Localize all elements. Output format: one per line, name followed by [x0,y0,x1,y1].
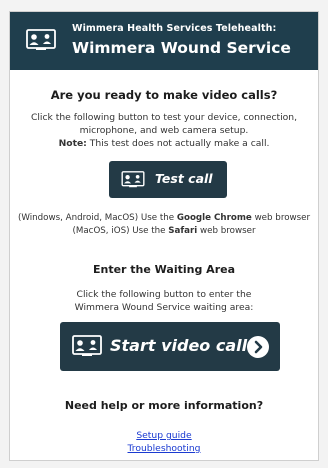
troubleshooting-link[interactable]: Troubleshooting [128,443,201,454]
test-note: Note: This test does not actually make a… [10,137,318,150]
test-line-2: microphone, and web camera setup. [79,125,249,136]
video-call-icon [72,335,102,361]
video-call-icon [26,29,56,55]
header-pretitle: Wimmera Health Services Telehealth: [72,23,277,34]
test-call-button[interactable]: Test call [109,161,227,198]
help-heading: Need help or more information? [64,399,264,412]
help-links-2: Troubleshooting [10,436,318,455]
browser-line-1-pre: (Windows, Android, MacOS) Use the [17,213,177,223]
note-label: Note: [58,138,87,149]
waiting-line-1: Click the following button to enter the [76,289,252,300]
header-banner: Wimmera Health Services Telehealth: Wimm… [10,12,318,70]
telehealth-card: Wimmera Health Services Telehealth: Wimm… [9,11,319,461]
chevron-right-icon [247,336,269,358]
start-video-call-button[interactable]: Start video call [60,322,280,371]
test-call-label: Test call [155,171,213,186]
page-title: Wimmera Wound Service [72,39,291,57]
browser-line-2-pre: (MacOS, iOS) Use the [72,226,169,236]
browser-safari: Safari [168,226,198,236]
note-text: This test does not actually make a call. [86,138,270,149]
test-line-1: Click the following button to test your … [30,112,298,123]
browser-line-1: (Windows, Android, MacOS) Use the Google… [10,212,318,225]
waiting-heading: Enter the Waiting Area [92,263,236,276]
test-heading: Are you ready to make video calls? [50,88,278,102]
waiting-line-2: Wimmera Wound Service waiting area: [74,302,254,313]
browser-line-2-post: web browser [197,226,256,236]
start-video-call-label: Start video call [110,336,248,355]
video-call-icon [121,171,145,192]
browser-line-1-post: web browser [251,213,311,223]
browser-chrome: Google Chrome [176,213,252,223]
browser-line-2: (MacOS, iOS) Use the Safari web browser [10,225,318,238]
